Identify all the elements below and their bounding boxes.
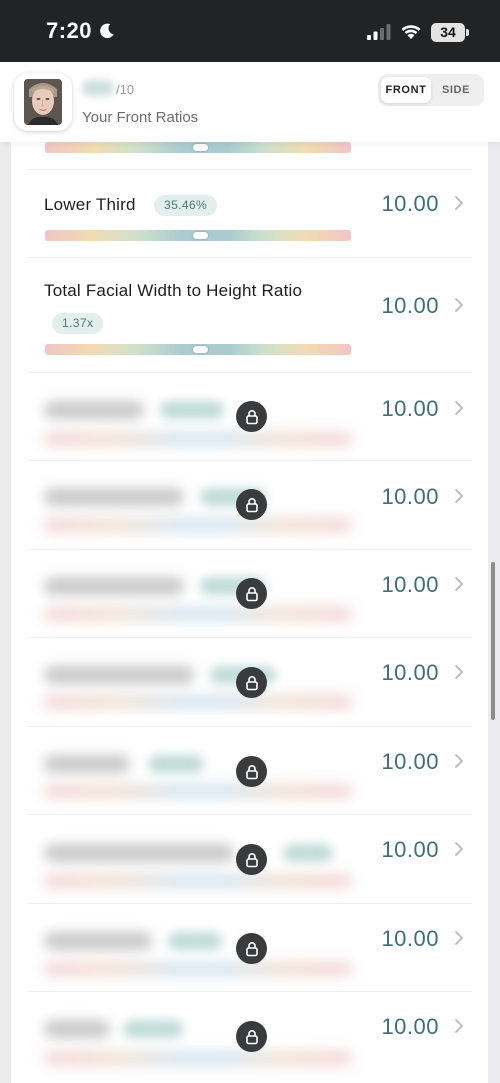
hidden-range-bar	[45, 785, 351, 797]
lock-icon	[245, 497, 258, 512]
ratio-score: 10.00	[381, 926, 439, 951]
chevron-right-icon	[455, 842, 463, 856]
lock-icon	[245, 852, 258, 867]
locked-ratio-row[interactable]: 10.00	[27, 904, 472, 992]
hidden-ratio-badge	[123, 1020, 183, 1038]
locked-ratio-row[interactable]: 10.00	[27, 727, 472, 815]
ratio-marker	[193, 232, 208, 239]
hidden-ratio-title	[44, 488, 184, 506]
locked-ratio-row[interactable]: 10.00	[27, 550, 472, 638]
hidden-range-bar	[45, 875, 351, 887]
hidden-ratio-title	[44, 1020, 110, 1038]
hidden-range-bar	[45, 696, 351, 708]
ratio-score: 10.00	[381, 191, 439, 216]
hidden-ratio-badge	[283, 844, 333, 862]
ratio-title: Total Facial Width to Height Ratio	[44, 281, 303, 300]
lock-icon	[245, 1029, 258, 1044]
tab-side[interactable]: SIDE	[431, 77, 481, 103]
hidden-ratio-badge	[148, 755, 204, 773]
page-title: Your Front Ratios	[82, 109, 199, 126]
hidden-ratio-badge	[160, 401, 224, 419]
lock-icon	[245, 675, 258, 690]
chevron-right-icon	[455, 1019, 463, 1033]
locked-row-badge[interactable]	[236, 401, 267, 432]
ratio-marker	[193, 144, 208, 151]
hidden-range-bar	[45, 608, 351, 620]
hidden-range-bar	[45, 963, 351, 975]
ratio-value-badge: 35.46%	[154, 195, 218, 216]
lock-icon	[245, 409, 258, 424]
ratio-score: 10.00	[381, 660, 439, 685]
chevron-right-icon	[455, 298, 463, 312]
locked-ratio-row[interactable]: 10.00	[27, 815, 472, 904]
locked-row-badge[interactable]	[236, 756, 267, 787]
hidden-range-bar	[45, 519, 351, 531]
scrollbar[interactable]	[491, 562, 495, 720]
locked-ratio-row[interactable]: 10.00	[27, 461, 472, 550]
cellular-signal-icon	[367, 24, 391, 40]
locked-ratio-row[interactable]: 10.00	[27, 992, 472, 1083]
locked-row-badge[interactable]	[236, 844, 267, 875]
hidden-range-bar	[45, 433, 351, 445]
ratio-value-badge: 1.37x	[52, 313, 104, 334]
locked-row-badge[interactable]	[236, 578, 267, 609]
hidden-ratio-title	[44, 401, 144, 419]
overall-score-hidden	[82, 80, 114, 96]
chevron-right-icon	[455, 931, 463, 945]
hidden-ratio-title	[44, 932, 152, 950]
face-photo	[24, 79, 62, 125]
ratio-score: 10.00	[381, 749, 439, 774]
ratio-score: 10.00	[381, 293, 439, 318]
locked-row-badge[interactable]	[236, 667, 267, 698]
avatar[interactable]	[14, 73, 72, 131]
ratio-score: 10.00	[381, 396, 439, 421]
ratio-score: 10.00	[381, 837, 439, 862]
chevron-right-icon	[455, 196, 463, 210]
hidden-ratio-title	[44, 755, 130, 773]
score-denominator: /10	[116, 82, 135, 97]
moon-icon	[100, 23, 114, 39]
lock-icon	[245, 941, 258, 956]
locked-row-badge[interactable]	[236, 489, 267, 520]
hidden-ratio-badge	[168, 932, 222, 950]
hidden-ratio-title	[44, 666, 194, 684]
ratio-marker	[193, 346, 208, 353]
chevron-right-icon	[455, 665, 463, 679]
ratios-header: /10 Your Front Ratios FRONT SIDE	[0, 62, 500, 142]
ratio-row-partial[interactable]	[27, 142, 472, 170]
lock-icon	[245, 586, 258, 601]
hidden-ratio-title	[44, 844, 234, 862]
hidden-ratio-title	[44, 577, 184, 595]
battery-indicator: 34	[431, 23, 465, 42]
ratio-row[interactable]: Total Facial Width to Height Ratio 1.37x…	[27, 258, 472, 373]
front-side-toggle: FRONT SIDE	[378, 74, 484, 106]
chevron-right-icon	[455, 577, 463, 591]
ratio-score: 10.00	[381, 1014, 439, 1039]
battery-tip	[466, 29, 469, 36]
chevron-right-icon	[455, 489, 463, 503]
ratio-score: 10.00	[381, 484, 439, 509]
locked-row-badge[interactable]	[236, 1021, 267, 1052]
ratio-score: 10.00	[381, 572, 439, 597]
wifi-icon	[401, 25, 421, 39]
locked-ratio-row[interactable]: 10.00	[27, 373, 472, 461]
chevron-right-icon	[455, 401, 463, 415]
ratio-title: Lower Third	[44, 195, 136, 214]
tab-front[interactable]: FRONT	[381, 77, 431, 103]
lock-icon	[245, 764, 258, 779]
hidden-range-bar	[45, 1052, 351, 1064]
chevron-right-icon	[455, 754, 463, 768]
locked-row-badge[interactable]	[236, 933, 267, 964]
ratio-row[interactable]: Lower Third 35.46% 10.00	[27, 170, 472, 258]
status-bar: 7:20 34	[0, 0, 500, 62]
status-time: 7:20	[46, 18, 93, 43]
locked-ratio-row[interactable]: 10.00	[27, 638, 472, 727]
ratio-list: Lower Third 35.46% 10.00 Total Facial Wi…	[11, 142, 488, 1083]
